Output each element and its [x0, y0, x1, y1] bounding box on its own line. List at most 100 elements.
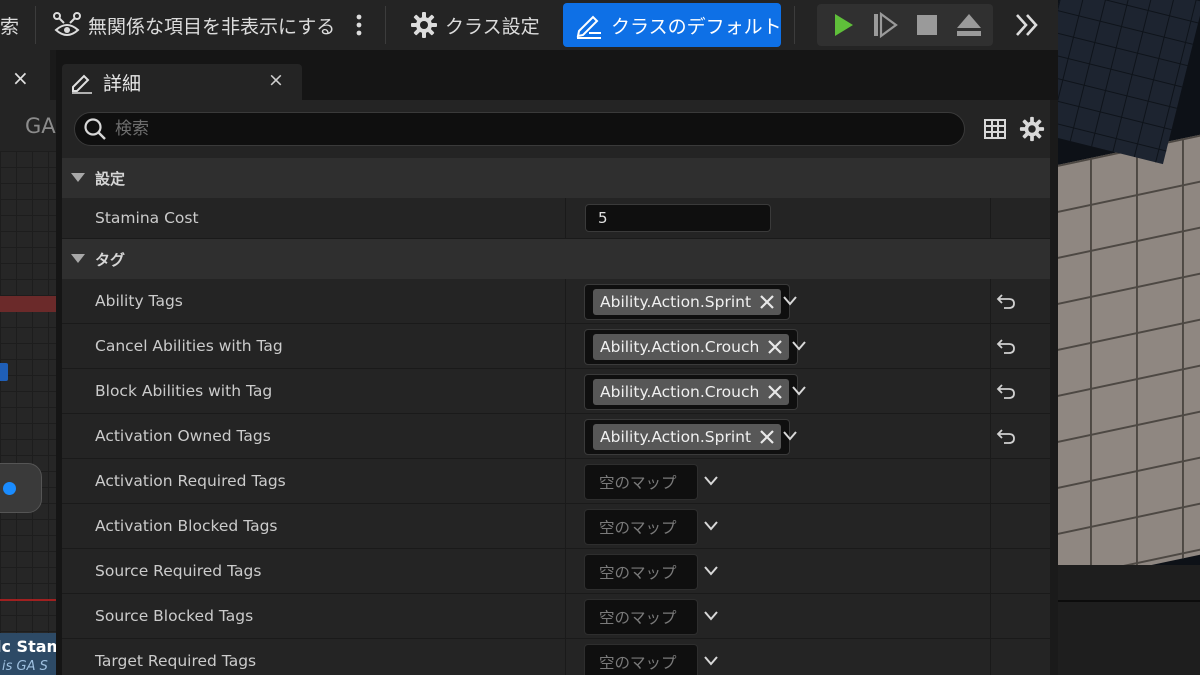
- empty-tag-container[interactable]: 空のマップ: [584, 644, 698, 675]
- column-divider: [990, 549, 991, 593]
- tag-container[interactable]: Ability.Action.Crouch: [584, 329, 799, 365]
- column-divider: [565, 594, 566, 638]
- search-field[interactable]: [74, 112, 965, 146]
- floor-grid: [1058, 122, 1200, 565]
- tag-dropdown-button[interactable]: [701, 549, 721, 593]
- section-tags-header[interactable]: タグ: [62, 239, 1050, 279]
- tag-dropdown-button[interactable]: [780, 414, 800, 458]
- property-row-source-required: Source Required Tags 空のマップ: [62, 549, 1050, 594]
- remove-tag-icon[interactable]: [767, 384, 783, 400]
- property-row-target-required: Target Required Tags 空のマップ: [62, 639, 1050, 675]
- more-tools-button[interactable]: [1007, 4, 1047, 46]
- node-title: lc Stam: [0, 637, 56, 656]
- tag-dropdown-button[interactable]: [701, 459, 721, 503]
- tag-chip[interactable]: Ability.Action.Sprint: [593, 289, 782, 315]
- reset-to-default-button[interactable]: [996, 369, 1016, 413]
- chevron-down-icon: [704, 476, 718, 486]
- reset-to-default-button[interactable]: [996, 324, 1016, 368]
- viewport-scene[interactable]: [1058, 0, 1200, 565]
- remove-tag-icon[interactable]: [767, 339, 783, 355]
- graph-wire: [0, 599, 56, 601]
- reset-arrow-icon: [996, 339, 1015, 354]
- remove-tag-icon[interactable]: [759, 294, 775, 310]
- column-divider: [990, 504, 991, 548]
- left-tab[interactable]: ×: [0, 50, 50, 100]
- graph-node-pill[interactable]: [0, 463, 42, 513]
- eject-icon: [957, 14, 981, 36]
- eject-button[interactable]: [949, 4, 989, 46]
- column-divider: [990, 198, 991, 238]
- graph-canvas[interactable]: lc Stam is GA S: [0, 151, 56, 675]
- column-divider: [990, 324, 991, 368]
- table-icon: [984, 119, 1006, 139]
- reset-to-default-button[interactable]: [996, 279, 1016, 323]
- tag-dropdown-button[interactable]: [780, 279, 800, 323]
- table-view-button[interactable]: [983, 117, 1007, 141]
- column-divider: [565, 639, 566, 675]
- empty-tag-container[interactable]: 空のマップ: [584, 509, 698, 545]
- tag-dropdown-button[interactable]: [789, 324, 809, 368]
- reset-arrow-icon: [996, 294, 1015, 309]
- chevron-down-icon: [704, 566, 718, 576]
- hide-unrelated-button[interactable]: 無関係な項目を非表示にする: [52, 0, 335, 50]
- details-tabbar: 詳細 ×: [62, 50, 1050, 100]
- details-tab[interactable]: 詳細 ×: [62, 64, 302, 100]
- property-label: Source Required Tags: [95, 562, 262, 580]
- property-label: Activation Owned Tags: [95, 427, 271, 445]
- reset-to-default-button[interactable]: [996, 414, 1016, 458]
- graph-label: GA: [25, 114, 56, 138]
- tag-chip[interactable]: Ability.Action.Crouch: [593, 334, 790, 360]
- empty-tag-container[interactable]: 空のマップ: [584, 599, 698, 635]
- column-divider: [990, 279, 991, 323]
- details-settings-button[interactable]: [1019, 116, 1045, 142]
- step-forward-button[interactable]: [865, 4, 905, 46]
- property-row-activation-blocked: Activation Blocked Tags 空のマップ: [62, 504, 1050, 549]
- toolbar-divider: [385, 6, 386, 44]
- details-scrollbar[interactable]: [1050, 100, 1058, 675]
- chevron-down-icon: [783, 431, 797, 441]
- left-graph-toolbar: GA: [0, 100, 56, 151]
- tag-chip[interactable]: Ability.Action.Crouch: [593, 379, 790, 405]
- stop-button[interactable]: [907, 4, 947, 46]
- play-button[interactable]: [823, 4, 863, 46]
- tag-dropdown-button[interactable]: [701, 594, 721, 638]
- reset-arrow-icon: [996, 429, 1015, 444]
- section-settings-header[interactable]: 設定: [62, 158, 1050, 198]
- search-label-partial[interactable]: 索: [0, 0, 19, 50]
- level-viewport[interactable]: [1058, 0, 1200, 675]
- property-label: Activation Blocked Tags: [95, 517, 278, 535]
- tag-container[interactable]: Ability.Action.Sprint: [584, 284, 791, 320]
- chevron-down-icon: [792, 386, 806, 396]
- stamina-cost-input[interactable]: 5: [585, 204, 771, 232]
- reset-arrow-icon: [996, 384, 1015, 399]
- graph-checkbox[interactable]: [0, 363, 8, 381]
- toolbar-divider: [794, 6, 795, 44]
- graph-node-header[interactable]: [0, 296, 56, 312]
- tag-dropdown-button[interactable]: [701, 504, 721, 548]
- remove-tag-icon[interactable]: [759, 429, 775, 445]
- tag-dropdown-button[interactable]: [789, 369, 809, 413]
- chevron-down-icon: [783, 296, 797, 306]
- class-settings-button[interactable]: クラス設定: [410, 0, 540, 50]
- class-defaults-button[interactable]: クラスのデフォルト: [563, 3, 782, 47]
- eye-nodes-icon: [52, 10, 82, 40]
- property-row-stamina-cost: Stamina Cost 5: [62, 198, 1050, 239]
- empty-tag-container[interactable]: 空のマップ: [584, 554, 698, 590]
- search-input[interactable]: [115, 119, 915, 139]
- column-divider: [565, 369, 566, 413]
- tag-container[interactable]: Ability.Action.Sprint: [584, 419, 791, 455]
- property-label: Block Abilities with Tag: [95, 382, 273, 400]
- left-tab-close-button[interactable]: ×: [12, 66, 29, 90]
- column-divider: [565, 459, 566, 503]
- tag-dropdown-button[interactable]: [701, 639, 721, 675]
- graph-node[interactable]: lc Stam is GA S: [0, 633, 56, 675]
- toolbar-divider: [35, 6, 36, 44]
- empty-tag-container[interactable]: 空のマップ: [584, 464, 698, 500]
- column-divider: [990, 459, 991, 503]
- kebab-menu-button[interactable]: [354, 0, 364, 50]
- tag-chip[interactable]: Ability.Action.Sprint: [593, 424, 782, 450]
- pencil-list-icon: [575, 11, 603, 39]
- tag-container[interactable]: Ability.Action.Crouch: [584, 374, 799, 410]
- details-tab-close-button[interactable]: ×: [268, 69, 284, 91]
- viewport-bottom-bar: [1058, 565, 1200, 675]
